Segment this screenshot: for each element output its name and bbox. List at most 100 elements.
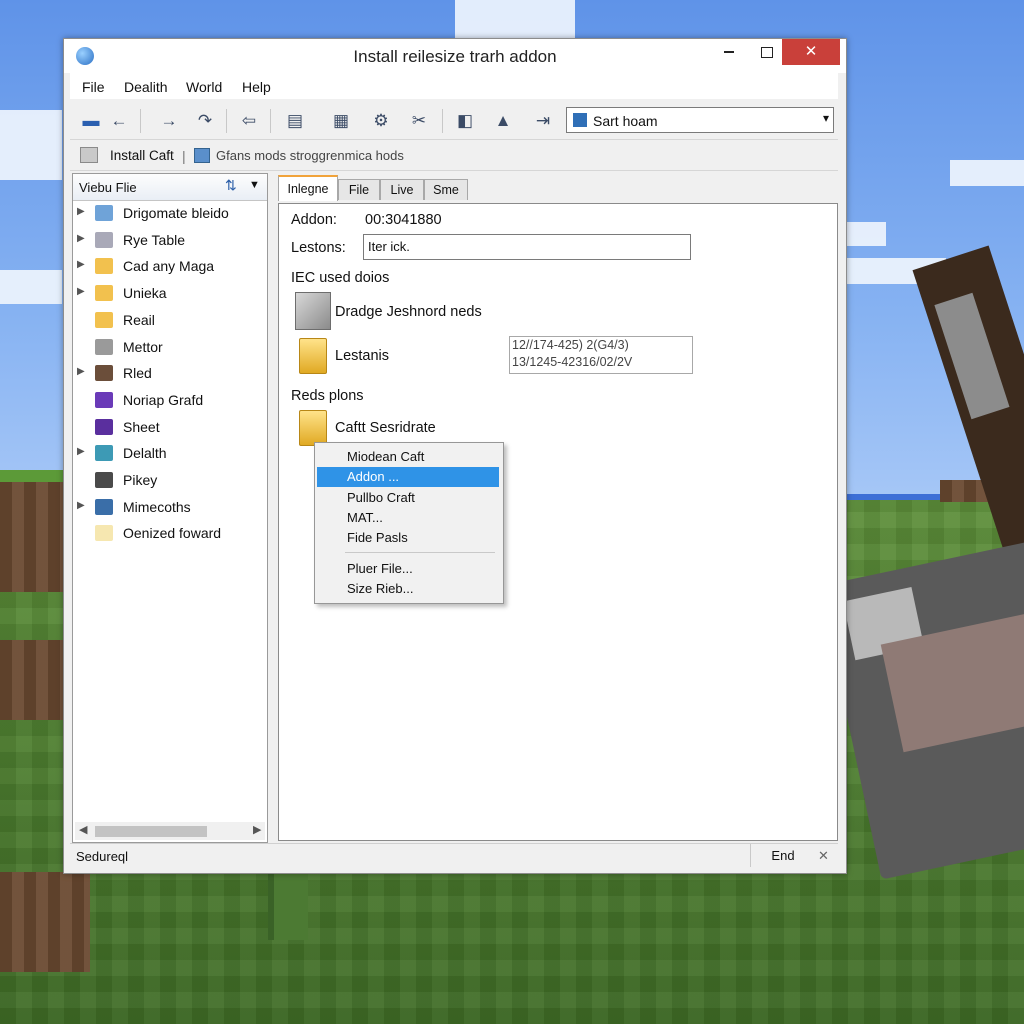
item-caftt[interactable]: Caftt Sesridrate (335, 420, 436, 436)
ctx-size-rieb[interactable]: Size Rieb... (317, 579, 499, 599)
tree-item[interactable]: ▶ Unieka (73, 282, 267, 306)
tree-item-label: Cad any Maga (123, 258, 215, 275)
ctx-addon[interactable]: Addon ... (317, 467, 499, 487)
ctx-mat[interactable]: MAT... (317, 508, 499, 528)
addon-label: Addon: (291, 212, 337, 228)
cloud (846, 222, 886, 246)
import-icon[interactable]: ⇥ (532, 111, 554, 131)
tab-sme[interactable]: Sme (424, 179, 468, 200)
chevron-down-icon[interactable]: ▼ (249, 179, 260, 191)
tree-item-label: Noriap Grafd (123, 391, 204, 408)
status-close-icon[interactable]: ✕ (818, 848, 829, 864)
chevron-down-icon[interactable]: ▾ (823, 111, 829, 125)
menu-dealith[interactable]: Dealith (124, 79, 168, 95)
minimize-icon (724, 51, 734, 54)
tree-item-icon (95, 338, 113, 355)
install-caft-link[interactable]: Install Caft (110, 148, 174, 163)
package-icon[interactable]: ▦ (330, 111, 352, 131)
document-icon[interactable]: ▤ (284, 111, 306, 131)
expand-arrow-icon[interactable]: ▶ (77, 259, 85, 270)
tree-item[interactable]: ▶ Drigomate bleido (73, 202, 267, 226)
location-value: Sart hoam (593, 113, 658, 129)
undo-icon[interactable]: ⇦ (238, 111, 260, 131)
minimize-button[interactable] (714, 39, 744, 65)
dirt-block (0, 872, 90, 972)
menu-file[interactable]: File (82, 79, 105, 95)
back-arrow-icon[interactable]: ← (108, 111, 130, 131)
tree-item-icon (95, 231, 113, 248)
scroll-thumb[interactable] (95, 826, 207, 837)
gear-icon[interactable]: ⚙ (370, 111, 392, 131)
location-combobox[interactable]: Sart hoam ▾ (566, 107, 834, 133)
info-box: 12//174-425) 2(G4/3) 13/1245-42316/02/2V (509, 336, 693, 374)
tree-item[interactable]: Noriap Grafd (73, 389, 267, 413)
tree-item[interactable]: Reail (73, 309, 267, 333)
tree-item[interactable]: ▶ Rye Table (73, 229, 267, 253)
tree-item-label: Pikey (123, 472, 158, 488)
status-end-button[interactable]: End (750, 844, 815, 867)
tree-item-icon (95, 285, 113, 302)
address-path[interactable]: Gfans mods stroggrenmica hods (216, 148, 404, 163)
tree-item-icon (95, 365, 113, 382)
address-bar: Install Caft | Gfans mods stroggrenmica … (70, 139, 838, 171)
sort-icon[interactable]: ⇅ (225, 177, 237, 194)
ctx-miodean-caft[interactable]: Miodean Caft (317, 447, 499, 467)
used-section-heading: IEC used doios (291, 270, 390, 286)
tab-inlegne[interactable]: Inlegne (278, 175, 338, 201)
expand-arrow-icon[interactable]: ▶ (77, 366, 85, 377)
flag-icon[interactable]: ▲ (492, 111, 514, 131)
scroll-right-icon[interactable]: ▶ (253, 823, 261, 836)
tree-item-label: Unieka (123, 285, 167, 302)
tree-item-label: Mimecoths (123, 498, 191, 515)
block-icon (295, 292, 331, 330)
folder-icon (299, 338, 327, 374)
ctx-fide-pasls[interactable]: Fide Pasls (317, 528, 499, 548)
close-button[interactable]: ✕ (782, 39, 840, 65)
tab-file[interactable]: File (338, 179, 380, 200)
cloud (950, 160, 1024, 186)
scroll-left-icon[interactable]: ◀ (79, 823, 87, 836)
menu-help[interactable]: Help (242, 79, 271, 95)
tab-live[interactable]: Live (380, 179, 424, 200)
expand-arrow-icon[interactable]: ▶ (77, 500, 85, 511)
redo-icon[interactable]: ↷ (194, 111, 216, 131)
export-icon[interactable]: ◧ (454, 111, 476, 131)
tree-item[interactable]: Sheet (73, 416, 267, 440)
monitor-icon[interactable]: ▬ (80, 111, 102, 131)
tree-item-label: Mettor (123, 338, 163, 355)
tree-item[interactable]: ▶ Mimecoths (73, 496, 267, 520)
tree-item[interactable]: ▶ Rled (73, 362, 267, 386)
tree-item-icon (95, 205, 113, 221)
expand-arrow-icon[interactable]: ▶ (77, 206, 85, 217)
ctx-pluer-file[interactable]: Pluer File... (317, 559, 499, 579)
dirt-block (0, 482, 63, 592)
ctx-pullbo-craft[interactable]: Pullbo Craft (317, 488, 499, 508)
menu-world[interactable]: World (186, 79, 222, 95)
lestons-label: Lestons: (291, 240, 346, 256)
forward-arrow-icon[interactable]: → (158, 111, 180, 131)
tree-item[interactable]: Pikey (73, 469, 267, 493)
maximize-icon (761, 46, 773, 58)
toolbar-separator (226, 109, 227, 133)
tree-item[interactable]: Oenized foward (73, 522, 267, 546)
maximize-button[interactable] (752, 39, 782, 65)
expand-arrow-icon[interactable]: ▶ (77, 233, 85, 244)
menu-bar: File Dealith World Help (70, 73, 838, 99)
tree-item-icon (95, 525, 113, 542)
tree-item[interactable]: Mettor (73, 336, 267, 360)
expand-arrow-icon[interactable]: ▶ (77, 446, 85, 457)
cloud (0, 270, 62, 304)
expand-arrow-icon[interactable]: ▶ (77, 286, 85, 297)
file-tree-pane: Viebu Flie ⇅ ▼ ▶ Drigomate bleido ▶ Rye Tab… (72, 173, 268, 843)
item-lestanis[interactable]: Lestanis (335, 348, 389, 364)
tree-item[interactable]: ▶ Cad any Maga (73, 255, 267, 279)
lestons-input[interactable]: Iter ick. (363, 234, 691, 260)
tree-item[interactable]: ▶ Delalth (73, 442, 267, 466)
info-line-1: 12//174-425) 2(G4/3) (512, 338, 629, 352)
tools-icon[interactable]: ✂ (408, 111, 430, 131)
tree-item-label: Drigomate bleido (123, 205, 229, 221)
item-dradge[interactable]: Dradge Jeshnord neds (335, 304, 482, 320)
horizontal-scrollbar[interactable]: ◀ ▶ (75, 822, 265, 840)
tree-header: Viebu Flie ⇅ ▼ (73, 174, 267, 201)
tab-strip: Inlegne File Live Sme (278, 175, 838, 201)
